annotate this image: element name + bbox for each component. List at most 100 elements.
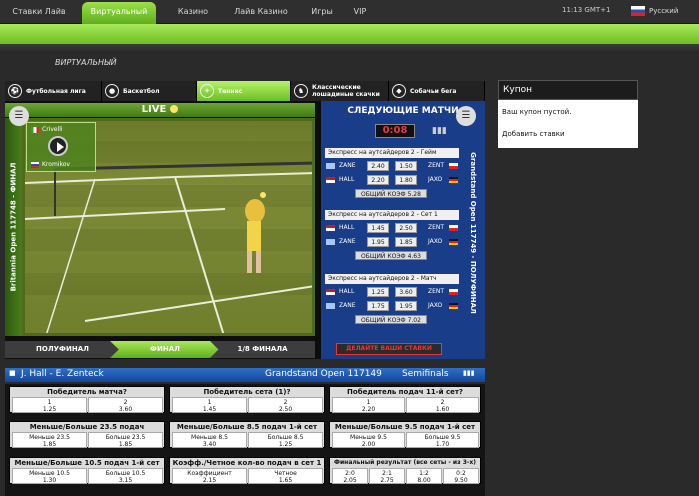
stats-icon[interactable]: ▮▮▮ (432, 126, 447, 136)
odds-button[interactable]: 2 3.60 (88, 397, 163, 413)
odds-button[interactable]: Меньше 10.5 1.30 (12, 468, 87, 484)
odds-button[interactable]: Больше 23.5 1.85 (88, 432, 163, 448)
basketball-icon: ● (105, 84, 119, 98)
stats-icon[interactable]: ▮▮▮ (463, 369, 475, 377)
tab-label: Футбольная лига (26, 87, 86, 95)
parlay-title: Экспресс на аутсайдеров 2 - Сет 1 (325, 210, 459, 220)
top-navigation: Ставки Лайв Виртуальный Казино Лайв Кази… (0, 0, 699, 24)
list-icon[interactable]: ☰ (456, 106, 476, 126)
markets-grid: Победитель матча? 1 1.25 2 3.60 Победитель… (5, 384, 485, 496)
odds-button[interactable]: 1.25 (367, 287, 389, 297)
odds-button[interactable]: 2 1.60 (406, 397, 479, 413)
odds-button[interactable]: Больше 10.5 3.15 (88, 468, 163, 484)
tab-label: Собачьи бега (410, 87, 457, 95)
market-header: Победитель матча? (47, 388, 127, 396)
nav-virtual[interactable]: Виртуальный (82, 2, 156, 24)
tab-basketball[interactable]: ● Баскетбол (102, 81, 197, 101)
round-eighth-final[interactable]: 1/8 ФИНАЛА (210, 341, 315, 358)
odds-button[interactable]: 1.50 (395, 161, 417, 171)
odds-button[interactable]: 2.20 (367, 175, 389, 185)
flag-icon (449, 177, 458, 183)
player-code: ZENT (428, 162, 445, 169)
page-title: ВИРТУАЛЬНЫЙ (55, 58, 117, 67)
green-banner (0, 24, 699, 44)
market-header: Коэфф./Четное кол-во подач в сет 1 (172, 459, 322, 467)
player-code: ZANE (339, 162, 356, 169)
language-label: Русский (649, 7, 679, 15)
coupon-empty-text: Ваш купон пустой. (502, 108, 572, 116)
odds-button[interactable]: Коэффициент 2.15 (172, 468, 247, 484)
odds-button[interactable]: 2 2.50 (248, 397, 323, 413)
tab-horse-racing[interactable]: ♞ Классические лошадиные скачки (291, 81, 389, 101)
odds-button[interactable]: Больше 8.5 1.25 (248, 432, 323, 448)
italy-flag-icon (31, 126, 39, 133)
language-selector[interactable]: Русский (631, 4, 678, 18)
player-code: HALL (339, 224, 355, 231)
list-icon[interactable]: ☰ (9, 106, 29, 126)
nav-live-betting[interactable]: Ставки Лайв (4, 0, 74, 24)
nav-vip[interactable]: VIP (340, 0, 380, 24)
tennis-icon: ✦ (200, 84, 214, 98)
market-final-result: Финальный результат (все сеты - из 3-х) … (329, 457, 481, 484)
flag-icon (449, 289, 458, 295)
odds-button[interactable]: Больше 9.5 1.70 (406, 432, 479, 448)
flag-icon (326, 289, 335, 295)
parlay-total: ОБЩИЙ КОЭФ 4.63 (355, 251, 427, 260)
tab-football[interactable]: ⚽ Футбольная лига (5, 81, 102, 101)
round-semifinal[interactable]: ПОЛУФИНАЛ (5, 341, 120, 358)
round-final[interactable]: ФИНАЛ (110, 341, 220, 358)
nav-casino[interactable]: Казино (166, 0, 220, 24)
tab-greyhounds[interactable]: ◆ Собачьи бега (389, 81, 485, 101)
odds-button[interactable]: 1:2 8.00 (406, 468, 442, 484)
player-1-name: Crivelli (42, 126, 63, 133)
market-serve-winner: Победитель подач 11-й сет? 1 2.20 2 1.60 (329, 386, 481, 413)
flag-icon (449, 225, 458, 231)
odds-button[interactable]: 1 1.45 (172, 397, 247, 413)
odds-button[interactable]: Меньше 9.5 2.00 (332, 432, 405, 448)
tab-label: Классические лошадиные скачки (312, 84, 380, 98)
odds-button[interactable]: 0:2 9.50 (443, 468, 479, 484)
place-bets-button[interactable]: ДЕЛАЙТЕ ВАШИ СТАВКИ (336, 343, 442, 355)
coupon-header: Купон (498, 80, 638, 100)
tab-tennis[interactable]: ✦ Теннис (197, 81, 291, 101)
odds-button[interactable]: Меньше 23.5 1.85 (12, 432, 87, 448)
odds-button[interactable]: 1.75 (367, 301, 389, 311)
parlay-title: Экспресс на аутсайдеров 2 - Гейм (325, 148, 459, 158)
odds-button[interactable]: Меньше 8.5 3.40 (172, 432, 247, 448)
odds-button[interactable]: 2:0 2.05 (332, 468, 368, 484)
odds-button[interactable]: Четное 1.65 (248, 468, 323, 484)
parlay-block-set: Экспресс на аутсайдеров 2 - Сет 1 HALL 1.… (325, 210, 459, 268)
odds-button[interactable]: 1 1.25 (12, 397, 87, 413)
player-2-name: Kromikov (42, 161, 70, 168)
next-event-title-text: Grandstand Open 117749 - ПОЛУФИНАЛ (468, 152, 477, 314)
odds-button[interactable]: 1.45 (367, 223, 389, 233)
soccer-ball-icon: ⚽ (8, 84, 22, 98)
add-bets-link[interactable]: Добавить ставки (502, 130, 565, 138)
parlay-block-match: Экспресс на аутсайдеров 2 - Матч HALL 1.2… (325, 274, 459, 332)
parlay-row: HALL 2.20 1.80 JAXO (325, 174, 459, 186)
odds-button[interactable]: 1.80 (395, 175, 417, 185)
nav-live-casino[interactable]: Лайв Казино (226, 0, 296, 24)
live-bar: LIVE (5, 103, 315, 117)
nav-games[interactable]: Игры (302, 0, 342, 24)
odds-button[interactable]: 3.60 (395, 287, 417, 297)
odds-button[interactable]: 2:1 2.75 (369, 468, 405, 484)
parlay-row: HALL 1.25 3.60 ZENT (325, 286, 459, 298)
banner-shadow (0, 44, 699, 52)
odds-button[interactable]: 2.40 (367, 161, 389, 171)
parlay-row: ZANE 1.75 1.95 JAXO (325, 300, 459, 312)
market-header: Меньше/Больше 10.5 подач 1-й сет (14, 459, 160, 467)
odds-button[interactable]: 1.95 (395, 301, 417, 311)
parlay-block-game: Экспресс на аутсайдеров 2 - Гейм ZANE 2.4… (325, 148, 459, 206)
market-over-under-23-5: Меньше/Больше 23.5 подач Меньше 23.5 1.85… (9, 421, 165, 448)
odds-button[interactable]: 1 2.20 (332, 397, 405, 413)
market-match-winner: Победитель матча? 1 1.25 2 3.60 (9, 386, 165, 413)
market-odd-even: Коэфф./Четное кол-во подач в сет 1 Коэфф… (169, 457, 325, 484)
play-button[interactable] (48, 136, 68, 156)
player-code: HALL (339, 288, 355, 295)
odds-button[interactable]: 1.95 (367, 237, 389, 247)
odds-button[interactable]: 1.85 (395, 237, 417, 247)
odds-button[interactable]: 2.50 (395, 223, 417, 233)
match-round: Semifinals (402, 369, 449, 379)
market-header: Меньше/Больше 8.5 подач 1-й сет (176, 423, 318, 431)
